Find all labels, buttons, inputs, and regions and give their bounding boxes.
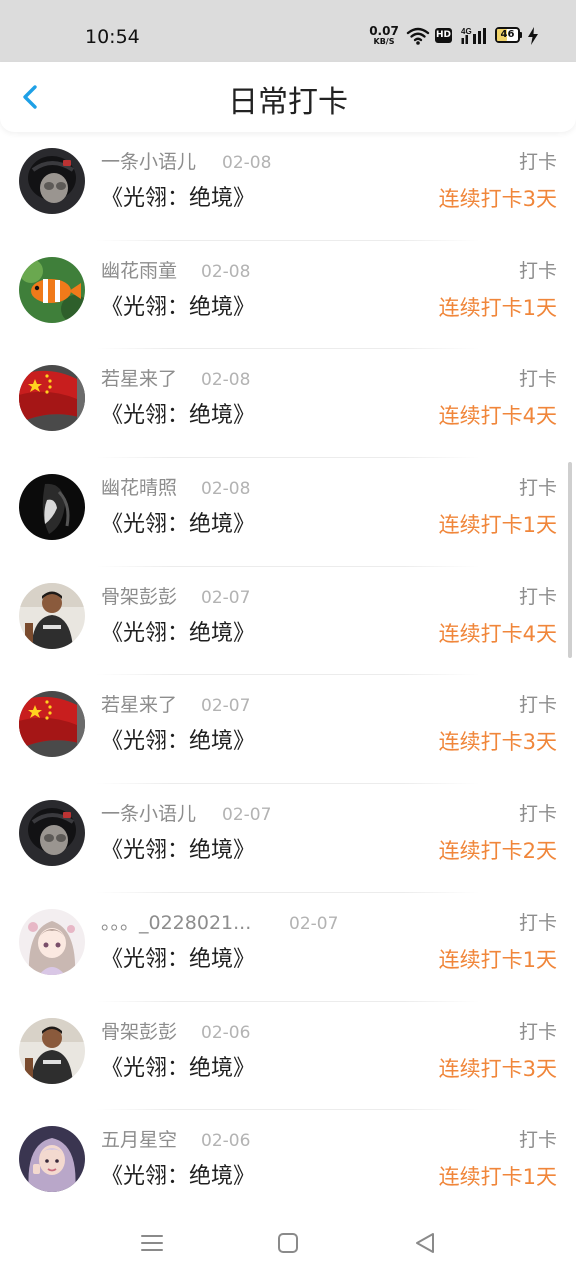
avatar[interactable]	[19, 148, 85, 214]
user-name: 幽花晴照	[101, 477, 178, 500]
streak-label: 连续打卡3天	[438, 187, 557, 211]
hd-icon: HD	[435, 28, 452, 43]
list-item[interactable]: 五月星空 02-06 打卡 《光翎：绝境》 连续打卡1天	[0, 1110, 576, 1219]
user-name: 一条小语儿	[101, 151, 197, 173]
avatar[interactable]	[19, 691, 85, 758]
signal-icon: 4G	[461, 26, 489, 50]
book-title[interactable]: 《光翎：绝境》	[101, 1054, 255, 1084]
book-title[interactable]: 《光翎：绝境》	[101, 184, 255, 214]
network-speed: 0.07 KB/S	[368, 25, 400, 46]
list-item[interactable]: 一条小语儿 02-07 打卡 《光翎：绝境》 连续打卡2天	[0, 784, 576, 893]
app-header: 日常打卡	[0, 62, 576, 132]
list-item[interactable]: 骨架彭彭 02-07 打卡 《光翎：绝境》 连续打卡4天	[0, 567, 576, 676]
user-name: 若星来了	[101, 694, 178, 717]
checkin-date: 02-08	[201, 479, 251, 500]
avatar[interactable]	[19, 365, 85, 432]
back-triangle-icon	[416, 1233, 434, 1253]
list-item[interactable]: 骨架彭彭 02-06 打卡 《光翎：绝境》 连续打卡3天	[0, 1002, 576, 1111]
list-item[interactable]: 。。。_0228021... 02-07 打卡 《光翎：绝境》 连续打卡1天	[0, 893, 576, 1002]
user-name: 若星来了	[101, 368, 178, 391]
checkin-date: 02-07	[222, 805, 272, 826]
streak-label: 连续打卡4天	[438, 621, 557, 646]
avatar[interactable]	[19, 1126, 85, 1193]
checkin-list: 一条小语儿 02-08 打卡 《光翎：绝境》 连续打卡3天 幽花雨童 02-08…	[0, 132, 576, 1219]
battery-icon: 46	[495, 27, 523, 43]
streak-label: 连续打卡3天	[438, 730, 557, 755]
list-item[interactable]: 若星来了 02-07 打卡 《光翎：绝境》 连续打卡3天	[0, 675, 576, 785]
book-title[interactable]: 《光翎：绝境》	[101, 510, 255, 540]
streak-label: 连续打卡1天	[438, 947, 557, 972]
avatar[interactable]	[19, 582, 85, 649]
avatar[interactable]	[19, 474, 85, 541]
checkin-date: 02-08	[222, 153, 272, 173]
user-name: 五月星空	[101, 1129, 178, 1152]
checkin-date: 02-07	[201, 696, 251, 717]
user-name: 一条小语儿	[101, 803, 197, 826]
user-name: 。。。_0228021...	[101, 911, 252, 934]
menu-button[interactable]	[137, 1228, 167, 1258]
avatar[interactable]	[19, 256, 85, 323]
checkin-type: 打卡	[518, 694, 557, 717]
streak-label: 连续打卡4天	[438, 404, 557, 429]
list-item[interactable]: 幽花晴照 02-08 打卡 《光翎：绝境》 连续打卡1天	[0, 458, 576, 567]
streak-label: 连续打卡1天	[438, 513, 557, 538]
book-title[interactable]: 《光翎：绝境》	[101, 727, 255, 757]
chevron-left-icon	[23, 85, 37, 109]
streak-label: 连续打卡1天	[438, 295, 557, 320]
user-name: 骨架彭彭	[101, 585, 178, 608]
system-nav-bar	[0, 1210, 576, 1280]
battery-level: 46	[500, 29, 515, 40]
svg-text:4G: 4G	[461, 27, 472, 36]
avatar[interactable]	[19, 800, 85, 867]
checkin-type: 打卡	[518, 151, 557, 173]
checkin-type: 打卡	[518, 1129, 557, 1152]
checkin-date: 02-06	[201, 1022, 251, 1043]
checkin-date: 02-06	[201, 1131, 251, 1152]
avatar[interactable]	[19, 1017, 85, 1084]
list-item[interactable]: 若星来了 02-08 打卡 《光翎：绝境》 连续打卡4天	[0, 349, 576, 459]
status-bar: 10:54 0.07 KB/S HD 4G 46	[0, 0, 576, 62]
list-item[interactable]: 幽花雨童 02-08 打卡 《光翎：绝境》 连续打卡1天	[0, 241, 576, 350]
user-name: 幽花雨童	[101, 259, 178, 282]
menu-icon	[141, 1235, 163, 1251]
checkin-type: 打卡	[518, 368, 557, 391]
back-nav-button[interactable]	[410, 1228, 440, 1258]
page-title: 日常打卡	[228, 85, 348, 120]
user-name: 骨架彭彭	[101, 1020, 178, 1043]
checkin-type: 打卡	[518, 585, 557, 608]
network-speed-value: 0.07	[369, 24, 399, 38]
home-icon	[278, 1233, 298, 1253]
home-button[interactable]	[273, 1228, 303, 1258]
checkin-type: 打卡	[518, 1020, 557, 1043]
scrollbar[interactable]	[568, 462, 572, 658]
wifi-icon	[406, 26, 430, 50]
book-title[interactable]: 《光翎：绝境》	[101, 1162, 255, 1192]
streak-label: 连续打卡3天	[438, 1056, 557, 1081]
checkin-date: 02-07	[289, 913, 339, 934]
streak-label: 连续打卡1天	[438, 1165, 557, 1190]
list-item[interactable]: 一条小语儿 02-08 打卡 《光翎：绝境》 连续打卡3天	[0, 132, 576, 241]
checkin-type: 打卡	[518, 259, 557, 282]
checkin-type: 打卡	[518, 911, 557, 934]
checkin-type: 打卡	[518, 477, 557, 500]
book-title[interactable]: 《光翎：绝境》	[101, 836, 255, 866]
network-speed-unit: KB/S	[373, 37, 395, 46]
book-title[interactable]: 《光翎：绝境》	[101, 401, 255, 431]
book-title[interactable]: 《光翎：绝境》	[101, 945, 255, 975]
checkin-type: 打卡	[518, 803, 557, 826]
book-title[interactable]: 《光翎：绝境》	[101, 293, 255, 323]
checkin-date: 02-08	[201, 261, 251, 282]
streak-label: 连续打卡2天	[438, 839, 557, 864]
checkin-date: 02-07	[201, 587, 251, 608]
avatar[interactable]	[19, 908, 85, 975]
status-time: 10:54	[85, 26, 140, 48]
book-title[interactable]: 《光翎：绝境》	[101, 619, 255, 649]
charging-icon	[527, 26, 539, 50]
back-button[interactable]	[14, 80, 48, 114]
checkin-date: 02-08	[201, 370, 251, 391]
